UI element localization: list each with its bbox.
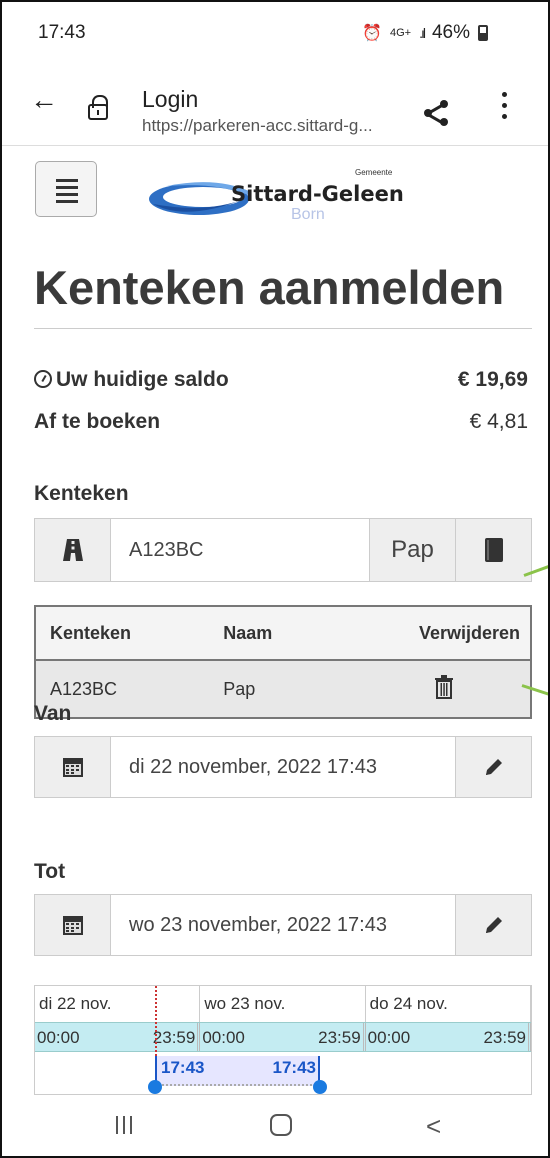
more-options-icon[interactable] <box>502 92 508 125</box>
time-range-timeline[interactable]: di 22 nov. wo 23 nov. do 24 nov. 00:00 23… <box>34 985 532 1095</box>
col-header-verwijderen: Verwijderen <box>331 606 531 661</box>
saldo-value: € 19,69 <box>457 368 528 391</box>
hour-start: 00:00 <box>202 1028 245 1047</box>
kenteken-input[interactable]: A123BC <box>111 519 369 581</box>
table-header-row: Kenteken Naam Verwijderen <box>35 606 531 661</box>
timeline-hours: 00:00 23:59 00:00 23:59 00:00 23:59 <box>35 1022 531 1052</box>
delete-button[interactable] <box>331 660 531 718</box>
afboeken-value: € 4,81 <box>469 410 528 433</box>
lock-icon[interactable] <box>88 95 108 120</box>
hour-end: 23:59 <box>152 1028 196 1047</box>
van-edit-button[interactable] <box>455 737 531 797</box>
android-nav-bar: < <box>2 1102 548 1156</box>
calendar-icon <box>35 895 111 955</box>
signal-icon: .ıl <box>419 25 426 41</box>
van-label: Van <box>34 702 72 725</box>
pencil-icon <box>485 917 502 933</box>
logo-name: Sittard-Geleen <box>231 182 404 206</box>
network-label: 4G+ <box>389 27 412 39</box>
home-icon[interactable] <box>270 1114 292 1136</box>
recent-apps-icon[interactable] <box>116 1116 132 1134</box>
selection-end-handle[interactable] <box>313 1080 327 1094</box>
van-input[interactable]: di 22 november, 2022 17:43 <box>111 737 455 797</box>
page-title: Kenteken aanmelden <box>34 261 505 314</box>
selection-start-handle[interactable] <box>148 1080 162 1094</box>
gauge-icon <box>34 370 52 388</box>
col-header-naam: Naam <box>209 606 332 661</box>
divider <box>34 328 532 329</box>
hour-end: 23:59 <box>483 1028 526 1047</box>
back-arrow-icon[interactable]: ← <box>30 84 58 116</box>
alarm-icon: ⏰ <box>362 25 382 42</box>
tot-edit-button[interactable] <box>455 895 531 955</box>
status-bar: 17:43 ⏰ 4G+ .ıl 46% <box>2 2 548 66</box>
timeline-days: di 22 nov. wo 23 nov. do 24 nov. <box>35 986 531 1022</box>
timeline-hour-range: 00:00 23:59 <box>35 1023 201 1051</box>
timeline-hour-range: 00:00 23:59 <box>200 1023 366 1051</box>
kenteken-label: Kenteken <box>34 482 129 505</box>
selection-start: 17:43 <box>161 1058 205 1077</box>
timeline-day: di 22 nov. <box>35 986 201 1022</box>
menu-button[interactable] <box>35 161 97 217</box>
status-time: 17:43 <box>38 22 86 43</box>
kenteken-table: Kenteken Naam Verwijderen A123BC Pap <box>34 605 532 719</box>
hour-end: 23:59 <box>318 1028 361 1047</box>
logo-born: Born <box>291 206 325 223</box>
saldo-label: Uw huidige saldo <box>56 368 229 391</box>
browser-page-title: Login <box>142 86 199 112</box>
afboeken-label: Af te boeken <box>34 410 161 433</box>
timeline-day: do 24 nov. <box>366 986 531 1022</box>
cell-naam: Pap <box>209 660 332 718</box>
timeline-day: wo 23 nov. <box>200 986 366 1022</box>
kenteken-name-suffix: Pap <box>369 519 455 581</box>
kenteken-input-group: A123BC Pap <box>34 518 532 582</box>
browser-url[interactable]: https://parkeren-acc.sittard-g... <box>142 116 373 136</box>
municipality-logo[interactable]: Gemeente Sittard-Geleen Born <box>147 168 407 228</box>
calendar-icon <box>35 737 111 797</box>
tot-input-group: wo 23 november, 2022 17:43 <box>34 894 532 956</box>
saldo-label-wrap: Uw huidige saldo <box>34 368 229 392</box>
timeline-selection[interactable]: 17:43 17:43 <box>155 1056 320 1086</box>
battery-label: 46% <box>431 22 470 43</box>
status-icons: ⏰ 4G+ .ıl 46% <box>362 22 488 44</box>
timeline-hour-range: 00:00 23:59 <box>366 1023 531 1051</box>
browser-toolbar: ← Login https://parkeren-acc.sittard-g..… <box>2 66 548 146</box>
tot-input[interactable]: wo 23 november, 2022 17:43 <box>111 895 455 955</box>
trash-icon <box>434 674 453 699</box>
tot-label: Tot <box>34 860 66 883</box>
phone-screen: 17:43 ⏰ 4G+ .ıl 46% ← Login https://park… <box>0 0 550 1158</box>
nav-back-icon[interactable]: < <box>426 1111 441 1142</box>
pencil-icon <box>485 759 502 775</box>
table-row[interactable]: A123BC Pap <box>35 660 531 718</box>
van-input-group: di 22 november, 2022 17:43 <box>34 736 532 798</box>
address-book-button[interactable] <box>455 519 531 581</box>
logo-gemeente: Gemeente <box>355 168 393 177</box>
hour-start: 00:00 <box>367 1028 411 1047</box>
battery-icon <box>478 25 488 41</box>
book-icon <box>484 538 503 562</box>
hour-start: 00:00 <box>37 1028 80 1047</box>
selection-end: 17:43 <box>272 1058 316 1077</box>
road-icon <box>35 519 111 581</box>
col-header-kenteken: Kenteken <box>35 606 210 661</box>
